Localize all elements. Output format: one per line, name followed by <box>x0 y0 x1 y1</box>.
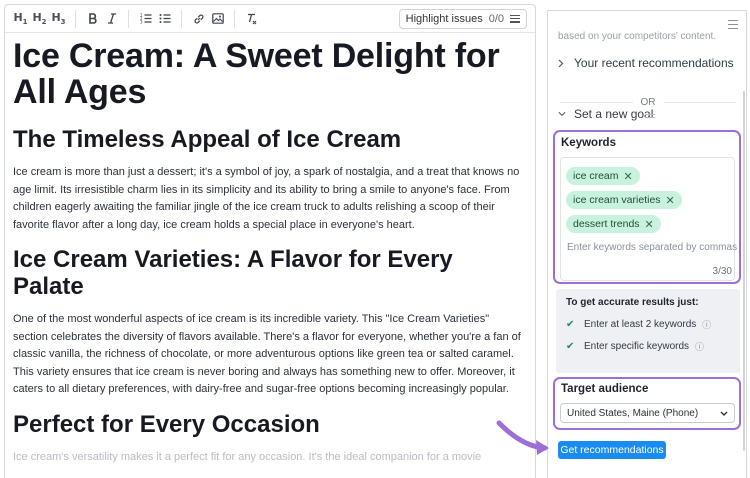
keywords-input[interactable]: ice cream ✕ ice cream varieties ✕ dessert … <box>560 157 738 281</box>
italic-icon <box>107 13 117 24</box>
heading-3-button[interactable]: H3 <box>49 8 68 30</box>
chevron-down-icon <box>558 110 566 118</box>
remove-chip-icon[interactable]: ✕ <box>666 194 675 207</box>
target-audience-select[interactable]: United States, Maine (Phone) <box>560 403 735 423</box>
link-icon <box>193 13 205 25</box>
panel-scrollbar[interactable] <box>742 11 746 478</box>
annotation-arrow-icon <box>496 420 549 455</box>
check-icon: ✔ <box>566 319 575 330</box>
h2-sub: 2 <box>41 18 47 27</box>
info-icon[interactable]: ⓘ <box>695 340 704 353</box>
section-heading: Perfect for Every Occasion <box>13 410 320 438</box>
get-recommendations-button[interactable]: Get recommendations <box>558 441 666 459</box>
toolbar-divider <box>128 9 129 28</box>
panel-intro-text: based on your competitors' content. <box>558 31 717 42</box>
keyword-chip: dessert trends ✕ <box>566 215 661 233</box>
tip-item: ✔ Enter specific keywords ⓘ <box>566 340 730 353</box>
tips-box: To get accurate results just: ✔ Enter at… <box>556 289 740 373</box>
tip-text: Enter at least 2 keywords <box>584 319 697 330</box>
section-heading: The Timeless Appeal of Ice Cream <box>13 126 402 153</box>
ordered-list-button[interactable]: 123 <box>136 8 155 30</box>
keyword-chip-label: ice cream <box>573 170 619 182</box>
keywords-title: Keywords <box>561 137 616 149</box>
heading-1-button[interactable]: H1 <box>11 8 30 30</box>
chevron-down-icon <box>720 409 728 417</box>
target-audience-title: Target audience <box>561 383 649 395</box>
h3-sub: 3 <box>60 18 66 27</box>
ordered-list-icon: 123 <box>140 13 152 24</box>
recommendations-panel: based on your competitors' content. Your… <box>547 10 747 478</box>
tips-heading: To get accurate results just: <box>566 297 699 308</box>
recent-recommendations-label: Your recent recommendations <box>574 56 734 70</box>
target-audience-section: Target audience United States, Maine (Ph… <box>553 377 741 430</box>
italic-button[interactable] <box>102 8 121 30</box>
document-title: Ice Cream: A Sweet Delight for All Ages <box>13 37 500 111</box>
keyword-chip-label: ice cream varieties <box>573 194 661 206</box>
keywords-counter: 3/30 <box>712 266 732 277</box>
toolbar-divider <box>234 9 235 28</box>
new-goal-label: Set a new goal <box>574 107 654 121</box>
heading-2-button[interactable]: H2 <box>30 8 49 30</box>
h2-label: H <box>32 10 42 24</box>
toolbar-divider <box>75 9 76 28</box>
keyword-chip: ice cream ✕ <box>566 167 640 185</box>
image-button[interactable] <box>208 8 227 30</box>
keyword-chip-label: dessert trends <box>573 218 640 230</box>
info-icon[interactable]: ⓘ <box>702 318 711 331</box>
section-heading: Ice Cream Varieties: A Flavor for Every … <box>13 246 453 300</box>
keywords-placeholder: Enter keywords separated by commas <box>567 242 738 253</box>
drag-handle-icon <box>645 114 655 118</box>
target-audience-value: United States, Maine (Phone) <box>567 407 699 419</box>
editor-toolbar: H1 H2 H3 123 Highlight issues 0/0 <box>5 5 535 33</box>
svg-text:3: 3 <box>140 20 143 25</box>
section-paragraph: Ice cream is more than just a dessert; i… <box>13 166 520 231</box>
scrollbar-thumb[interactable] <box>743 91 745 451</box>
link-button[interactable] <box>189 8 208 30</box>
highlight-issues-label: Highlight issues <box>405 12 483 25</box>
tip-text: Enter specific keywords <box>584 341 690 352</box>
bold-button[interactable] <box>83 8 102 30</box>
keywords-section: Keywords ice cream ✕ ice cream varieties ✕… <box>553 130 741 284</box>
clear-format-button[interactable] <box>242 8 261 30</box>
remove-chip-icon[interactable]: ✕ <box>645 218 654 231</box>
recent-recommendations-toggle[interactable]: Your recent recommendations <box>558 56 734 70</box>
tip-item: ✔ Enter at least 2 keywords ⓘ <box>566 318 730 331</box>
editor: H1 H2 H3 123 Highlight issues 0/0 Ice Cr… <box>4 4 536 478</box>
panel-menu-icon[interactable] <box>728 20 738 29</box>
h1-sub: 1 <box>22 18 28 27</box>
keyword-chip: ice cream varieties ✕ <box>566 191 682 209</box>
document-body[interactable]: Ice Cream: A Sweet Delight for All Ages … <box>5 33 535 466</box>
menu-icon <box>510 14 520 23</box>
toolbar-divider <box>181 9 182 28</box>
h1-label: H <box>13 10 23 24</box>
highlight-issues-button[interactable]: Highlight issues 0/0 <box>398 8 527 29</box>
clear-format-icon <box>246 13 258 25</box>
image-icon <box>211 13 224 24</box>
section-paragraph: One of the most wonderful aspects of ice… <box>13 313 521 395</box>
new-goal-toggle[interactable]: Set a new goal <box>558 107 653 121</box>
remove-chip-icon[interactable]: ✕ <box>624 170 633 183</box>
highlight-issues-count: 0/0 <box>488 12 504 25</box>
section-paragraph: Ice cream's versatility makes it a perfe… <box>13 450 482 463</box>
check-icon: ✔ <box>566 341 575 352</box>
h3-label: H <box>51 10 61 24</box>
bullet-list-icon <box>159 13 171 24</box>
bold-icon <box>88 13 98 24</box>
bullet-list-button[interactable] <box>155 8 174 30</box>
chevron-right-icon <box>558 59 566 67</box>
